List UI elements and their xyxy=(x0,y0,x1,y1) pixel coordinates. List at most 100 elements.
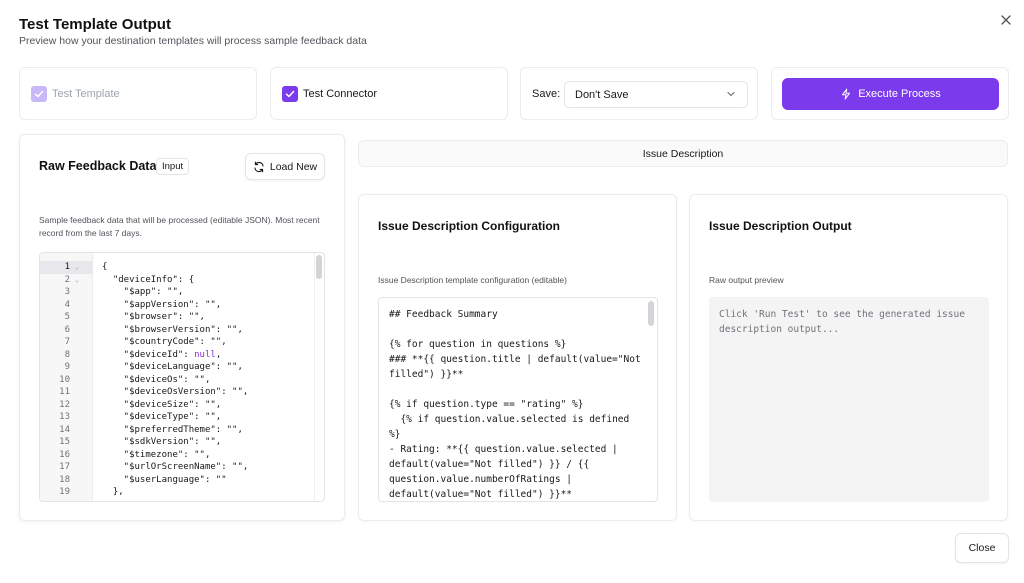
json-editor[interactable]: 1 ⌄{2 ⌄ "deviceInfo": {3 "$app": "", 4 "$ap… xyxy=(39,252,325,502)
code-text: "$preferredTheme": "", xyxy=(84,424,243,437)
check-icon xyxy=(285,90,295,98)
code-text: "$countryCode": "", xyxy=(84,336,227,349)
code-line: 7 "$countryCode": "", xyxy=(40,336,248,349)
close-button[interactable]: Close xyxy=(955,533,1009,563)
code-line: 17 "$urlOrScreenName": "", xyxy=(40,461,248,474)
test-template-checkbox[interactable] xyxy=(31,86,47,102)
load-new-label: Load New xyxy=(269,160,318,173)
fold-chevron-icon[interactable]: ⌄ xyxy=(70,261,84,274)
code-segment: "$app": "", xyxy=(102,287,184,297)
template-text: ## Feedback Summary {% for question in q… xyxy=(389,309,641,500)
template-scrollbar[interactable] xyxy=(648,301,654,326)
page-subtitle: Preview how your destination templates w… xyxy=(19,35,367,47)
code-line: 15 "$sdkVersion": "", xyxy=(40,436,248,449)
code-text: "$timezone": "", xyxy=(84,449,211,462)
code-segment: "$deviceType": "", xyxy=(102,412,222,422)
save-option: Save: Don't Save xyxy=(520,67,758,120)
code-text: "$userLanguage": "" xyxy=(84,474,227,487)
code-line: 19 }, xyxy=(40,486,248,499)
code-segment: "$deviceId": xyxy=(102,349,195,360)
template-editor[interactable]: ## Feedback Summary {% for question in q… xyxy=(378,297,658,502)
code-line: 13 "$deviceType": "", xyxy=(40,411,248,424)
code-text: "$deviceLanguage": "", xyxy=(84,361,243,374)
code-segment: "$preferredTheme": "", xyxy=(102,424,243,435)
raw-feedback-panel: Raw Feedback Data Input Load New Sample … xyxy=(19,134,345,521)
code-text: "$browser": "", xyxy=(84,311,205,324)
code-line: 14 "$preferredTheme": "", xyxy=(40,424,248,437)
code-line: 5 "$browser": "", xyxy=(40,311,248,324)
save-select-value: Don't Save xyxy=(575,88,629,101)
execute-option: Execute Process xyxy=(771,67,1009,120)
code-text: "$sdkVersion": "", xyxy=(84,436,222,449)
code-segment: , xyxy=(215,349,222,360)
line-number: 7 xyxy=(64,337,70,347)
code-text: "$deviceId": null, xyxy=(84,349,222,362)
line-number: 17 xyxy=(59,462,70,472)
save-label: Save: xyxy=(532,88,561,100)
code-line: 16 "$timezone": "", xyxy=(40,449,248,462)
code-segment: "$deviceSize": "", xyxy=(102,399,222,410)
code-segment: "$userLanguage": "" xyxy=(102,474,227,485)
code-segment: "$appVersion": "", xyxy=(102,299,222,310)
code-line: 6 "$browserVersion": "", xyxy=(40,324,248,337)
line-number: 13 xyxy=(59,412,70,422)
execute-process-button[interactable]: Execute Process xyxy=(782,78,999,110)
close-icon[interactable] xyxy=(998,12,1014,28)
code-segment: "deviceInfo": { xyxy=(102,274,195,285)
config-description: Issue Description template configuration… xyxy=(378,275,567,285)
line-number: 19 xyxy=(59,487,70,497)
code-segment: "$browserVersion": "", xyxy=(102,324,243,335)
json-lines: 1 ⌄{2 ⌄ "deviceInfo": {3 "$app": "", 4 "$ap… xyxy=(40,261,248,499)
code-text: { xyxy=(84,261,107,274)
input-badge: Input xyxy=(156,158,190,175)
test-connector-option: Test Connector xyxy=(270,67,508,120)
code-text: "$deviceSize": "", xyxy=(84,399,222,412)
code-text: "$urlOrScreenName": "", xyxy=(84,461,249,474)
lightning-icon xyxy=(842,88,851,100)
line-number: 5 xyxy=(64,312,70,322)
editor-scrollbar[interactable] xyxy=(316,255,322,279)
code-line: 18 "$userLanguage": "" xyxy=(40,474,248,487)
refresh-icon xyxy=(254,161,264,172)
line-number: 12 xyxy=(59,399,70,410)
code-text: "$deviceOsVersion": "", xyxy=(84,386,249,399)
line-number: 14 xyxy=(59,424,70,435)
code-line: 11 "$deviceOsVersion": "", xyxy=(40,386,248,399)
code-segment: "$deviceOs": "", xyxy=(102,374,211,385)
code-segment: }, xyxy=(102,487,124,497)
line-number: 1 xyxy=(64,262,70,272)
line-number: 8 xyxy=(64,349,70,360)
line-number: 4 xyxy=(64,299,70,310)
config-title: Issue Description Configuration xyxy=(378,219,561,233)
line-number: 10 xyxy=(59,374,70,385)
test-template-label: Test Template xyxy=(52,88,120,100)
code-line: 3 "$app": "", xyxy=(40,286,248,299)
save-select[interactable]: Don't Save xyxy=(564,81,748,108)
chevron-down-icon xyxy=(727,91,735,97)
line-number: 9 xyxy=(64,362,70,372)
code-line: 12 "$deviceSize": "", xyxy=(40,399,248,412)
editor-scroll-track[interactable] xyxy=(314,253,324,501)
code-segment: "$deviceOsVersion": "", xyxy=(102,387,249,397)
test-template-option: Test Template xyxy=(19,67,257,120)
test-connector-checkbox[interactable] xyxy=(282,86,298,102)
line-number: 15 xyxy=(59,437,70,447)
check-icon xyxy=(34,90,44,98)
code-segment: "$timezone": "", xyxy=(102,449,211,460)
code-segment: "$deviceLanguage": "", xyxy=(102,362,243,372)
code-segment: "$browser": "", xyxy=(102,312,205,322)
line-number: 11 xyxy=(59,387,70,397)
code-segment: "$countryCode": "", xyxy=(102,337,227,347)
output-panel: Issue Description Output Raw output prev… xyxy=(689,194,1008,521)
tab-issue-description[interactable]: Issue Description xyxy=(358,140,1008,167)
execute-process-label: Execute Process xyxy=(858,88,941,100)
config-panel: Issue Description Configuration Issue De… xyxy=(358,194,677,521)
load-new-button[interactable]: Load New xyxy=(245,153,325,180)
code-text: "$deviceType": "", xyxy=(84,411,222,424)
null-token: null xyxy=(194,349,216,360)
output-preview: Click 'Run Test' to see the generated is… xyxy=(709,297,989,502)
code-segment: "$urlOrScreenName": "", xyxy=(102,462,249,472)
code-text: "$browserVersion": "", xyxy=(84,324,243,337)
line-number: 16 xyxy=(59,449,70,460)
fold-chevron-icon[interactable]: ⌄ xyxy=(70,274,84,287)
